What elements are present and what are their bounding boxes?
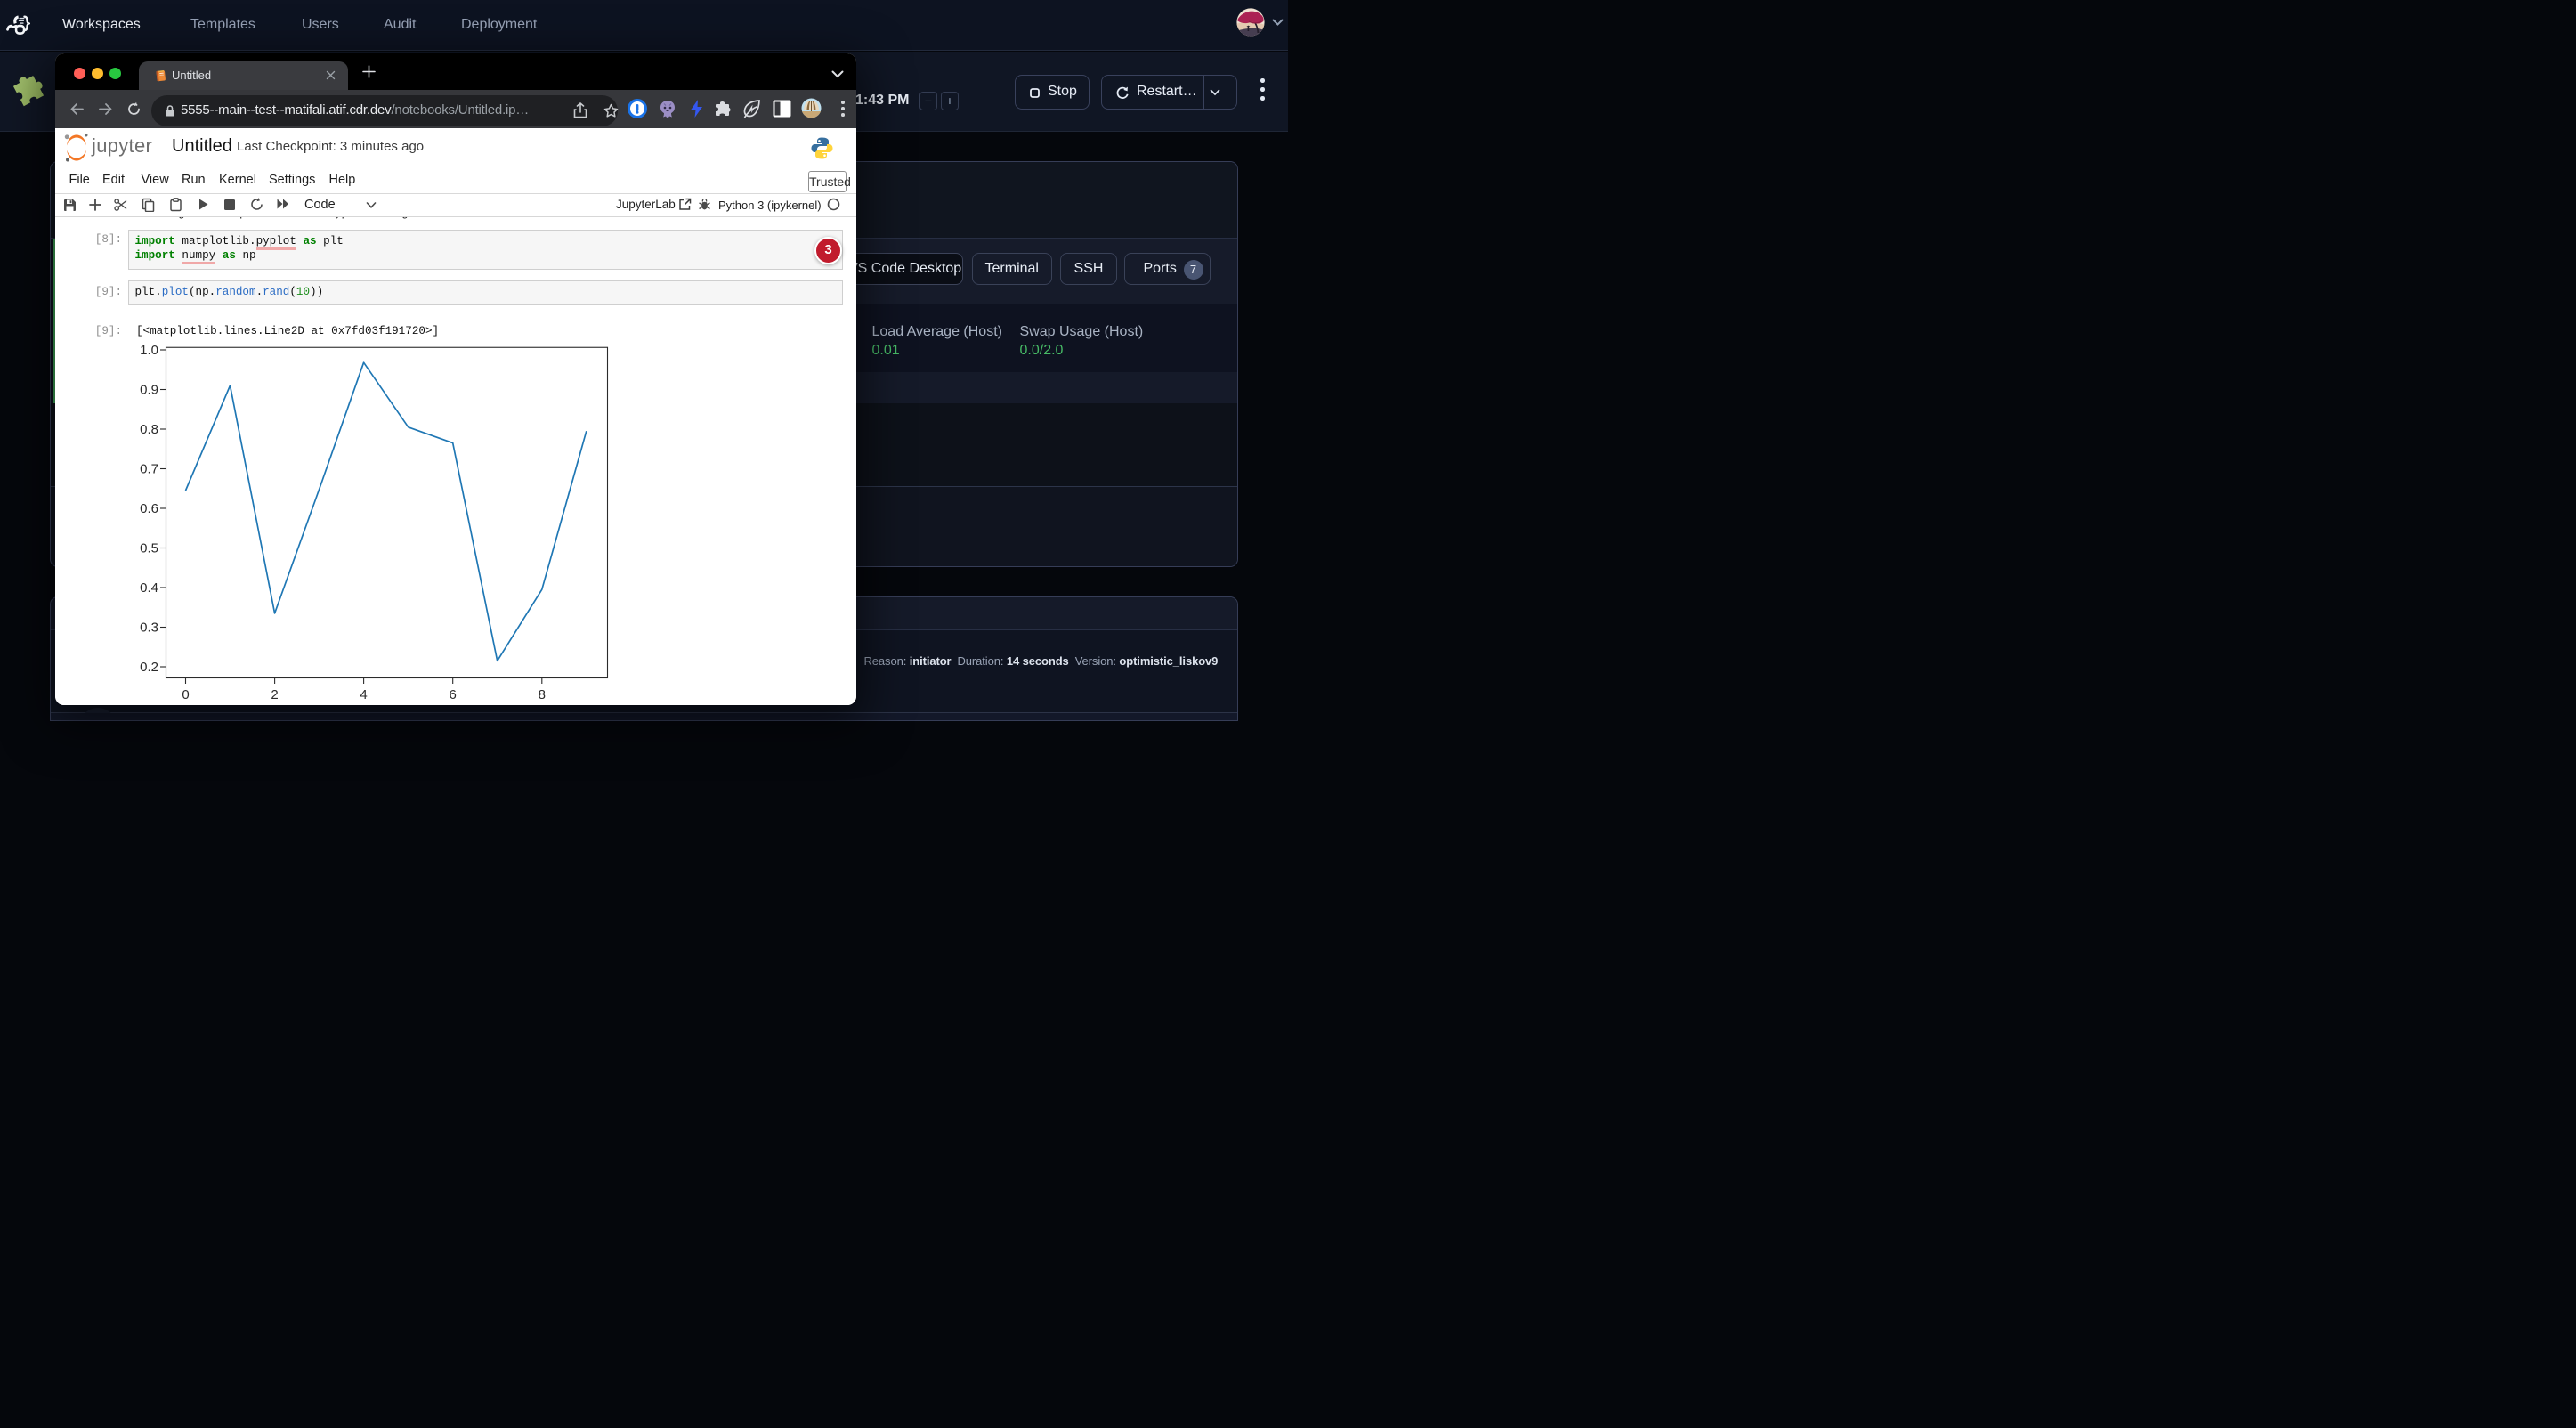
svg-text:0.8: 0.8 [140, 422, 158, 437]
svg-text:0.5: 0.5 [140, 541, 158, 556]
svg-text:0.7: 0.7 [140, 462, 158, 477]
svg-text:0.4: 0.4 [140, 580, 158, 596]
svg-text:0.9: 0.9 [140, 383, 158, 398]
svg-text:8: 8 [539, 687, 546, 702]
svg-text:0: 0 [182, 687, 189, 702]
svg-text:6: 6 [450, 687, 457, 702]
svg-text:0.2: 0.2 [140, 660, 158, 675]
svg-text:4: 4 [360, 687, 367, 702]
svg-text:2: 2 [271, 687, 278, 702]
svg-text:0.6: 0.6 [140, 501, 158, 516]
svg-text:1.0: 1.0 [140, 343, 158, 358]
svg-text:0.3: 0.3 [140, 621, 158, 636]
